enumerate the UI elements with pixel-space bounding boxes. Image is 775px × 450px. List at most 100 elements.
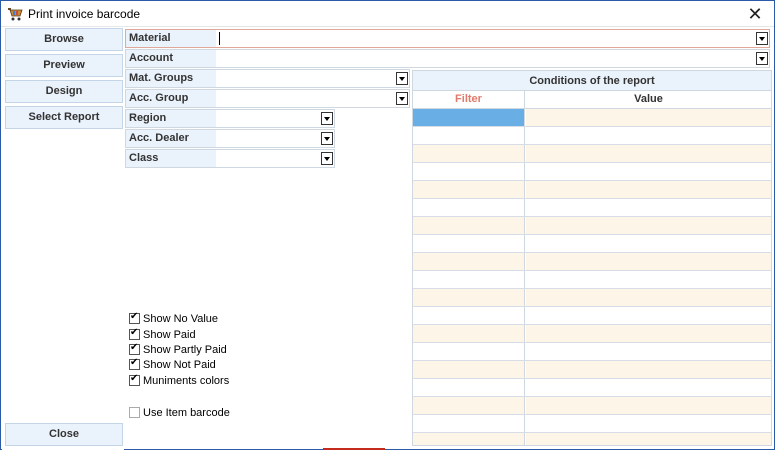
window-title: Print invoice barcode [28, 7, 141, 21]
class-field[interactable]: Class [125, 149, 335, 168]
class-input[interactable] [216, 150, 320, 167]
value-cell[interactable] [526, 253, 771, 270]
checkbox-box[interactable] [129, 342, 140, 355]
condition-row[interactable] [413, 307, 771, 325]
material-label: Material [126, 30, 216, 47]
acc-group-field[interactable]: Acc. Group [125, 89, 410, 108]
checkbox-label: Show Paid [143, 329, 196, 341]
account-dropdown-icon[interactable] [756, 52, 768, 65]
value-cell[interactable] [526, 181, 771, 198]
checkbox-box[interactable] [129, 327, 140, 340]
filter-cell[interactable] [413, 379, 525, 396]
condition-row[interactable] [413, 415, 771, 433]
filter-cell[interactable] [413, 253, 525, 270]
condition-row[interactable] [413, 397, 771, 415]
select-report-button[interactable]: Select Report [5, 106, 123, 129]
filter-cell[interactable] [413, 307, 525, 324]
design-button[interactable]: Design [5, 80, 123, 103]
account-label: Account [126, 50, 216, 67]
value-cell[interactable] [526, 433, 771, 445]
mat-groups-dropdown-icon[interactable] [396, 72, 408, 85]
condition-row[interactable] [413, 289, 771, 307]
checkbox-box[interactable] [129, 311, 140, 324]
value-cell[interactable] [526, 379, 771, 396]
value-cell[interactable] [526, 325, 771, 342]
checkbox-box[interactable] [129, 407, 140, 418]
filter-cell[interactable] [413, 397, 525, 414]
value-cell[interactable] [526, 415, 771, 432]
condition-row[interactable] [413, 181, 771, 199]
mat-groups-field[interactable]: Mat. Groups [125, 69, 410, 88]
checkbox-box[interactable] [129, 373, 140, 386]
filter-cell[interactable] [413, 325, 525, 342]
filter-cell[interactable] [413, 217, 525, 234]
condition-row[interactable] [413, 379, 771, 397]
condition-row[interactable] [413, 343, 771, 361]
condition-row[interactable] [413, 253, 771, 271]
condition-row[interactable] [413, 199, 771, 217]
value-cell[interactable] [526, 109, 771, 126]
condition-row[interactable] [413, 109, 771, 127]
condition-row[interactable] [413, 235, 771, 253]
filter-cell[interactable] [413, 361, 525, 378]
value-cell[interactable] [526, 235, 771, 252]
condition-row[interactable] [413, 163, 771, 181]
action-panel: Browse Preview Design Select Report Clos… [2, 28, 124, 450]
filter-cell[interactable] [413, 163, 525, 180]
filter-cell[interactable] [413, 199, 525, 216]
shopping-cart-icon [7, 7, 23, 21]
value-cell[interactable] [526, 271, 771, 288]
value-cell[interactable] [526, 343, 771, 360]
filter-cell[interactable] [413, 127, 525, 144]
filter-cell[interactable] [413, 433, 525, 445]
account-input[interactable] [216, 50, 755, 67]
filter-cell[interactable] [413, 145, 525, 162]
condition-row[interactable] [413, 433, 771, 445]
account-field[interactable]: Account [125, 49, 770, 68]
value-cell[interactable] [526, 217, 771, 234]
acc-dealer-field[interactable]: Acc. Dealer [125, 129, 335, 148]
region-dropdown-icon[interactable] [321, 112, 333, 125]
filter-cell[interactable] [413, 271, 525, 288]
condition-row[interactable] [413, 361, 771, 379]
acc-group-input[interactable] [216, 90, 395, 107]
browse-button[interactable]: Browse [5, 28, 123, 51]
value-cell[interactable] [526, 199, 771, 216]
material-input[interactable] [216, 30, 755, 47]
checkbox-box[interactable] [129, 357, 140, 370]
region-field[interactable]: Region [125, 109, 335, 128]
value-cell[interactable] [526, 307, 771, 324]
conditions-grid: Conditions of the report Filter Value [412, 70, 772, 446]
value-cell[interactable] [526, 163, 771, 180]
region-input[interactable] [216, 110, 320, 127]
material-field[interactable]: Material [125, 29, 770, 48]
value-cell[interactable] [526, 145, 771, 162]
value-cell[interactable] [526, 361, 771, 378]
filter-cell[interactable] [413, 343, 525, 360]
acc-dealer-input[interactable] [216, 130, 320, 147]
class-dropdown-icon[interactable] [321, 152, 333, 165]
value-cell[interactable] [526, 127, 771, 144]
condition-row[interactable] [413, 127, 771, 145]
condition-row[interactable] [413, 217, 771, 235]
close-button[interactable]: Close [5, 423, 123, 446]
condition-row[interactable] [413, 145, 771, 163]
material-dropdown-icon[interactable] [756, 32, 768, 45]
filter-cell[interactable] [413, 415, 525, 432]
value-cell[interactable] [526, 289, 771, 306]
preview-button[interactable]: Preview [5, 54, 123, 77]
condition-row[interactable] [413, 325, 771, 343]
value-column-header[interactable]: Value [526, 91, 771, 108]
filter-cell[interactable] [413, 109, 525, 126]
value-cell[interactable] [526, 397, 771, 414]
acc-dealer-dropdown-icon[interactable] [321, 132, 333, 145]
print-invoice-barcode-window: Print invoice barcode ✕ Browse Preview D… [0, 0, 775, 450]
filter-cell[interactable] [413, 235, 525, 252]
filter-cell[interactable] [413, 181, 525, 198]
filter-column-header[interactable]: Filter [413, 91, 525, 108]
acc-group-dropdown-icon[interactable] [396, 92, 408, 105]
mat-groups-input[interactable] [216, 70, 395, 87]
close-window-icon[interactable]: ✕ [744, 3, 766, 25]
condition-row[interactable] [413, 271, 771, 289]
filter-cell[interactable] [413, 289, 525, 306]
